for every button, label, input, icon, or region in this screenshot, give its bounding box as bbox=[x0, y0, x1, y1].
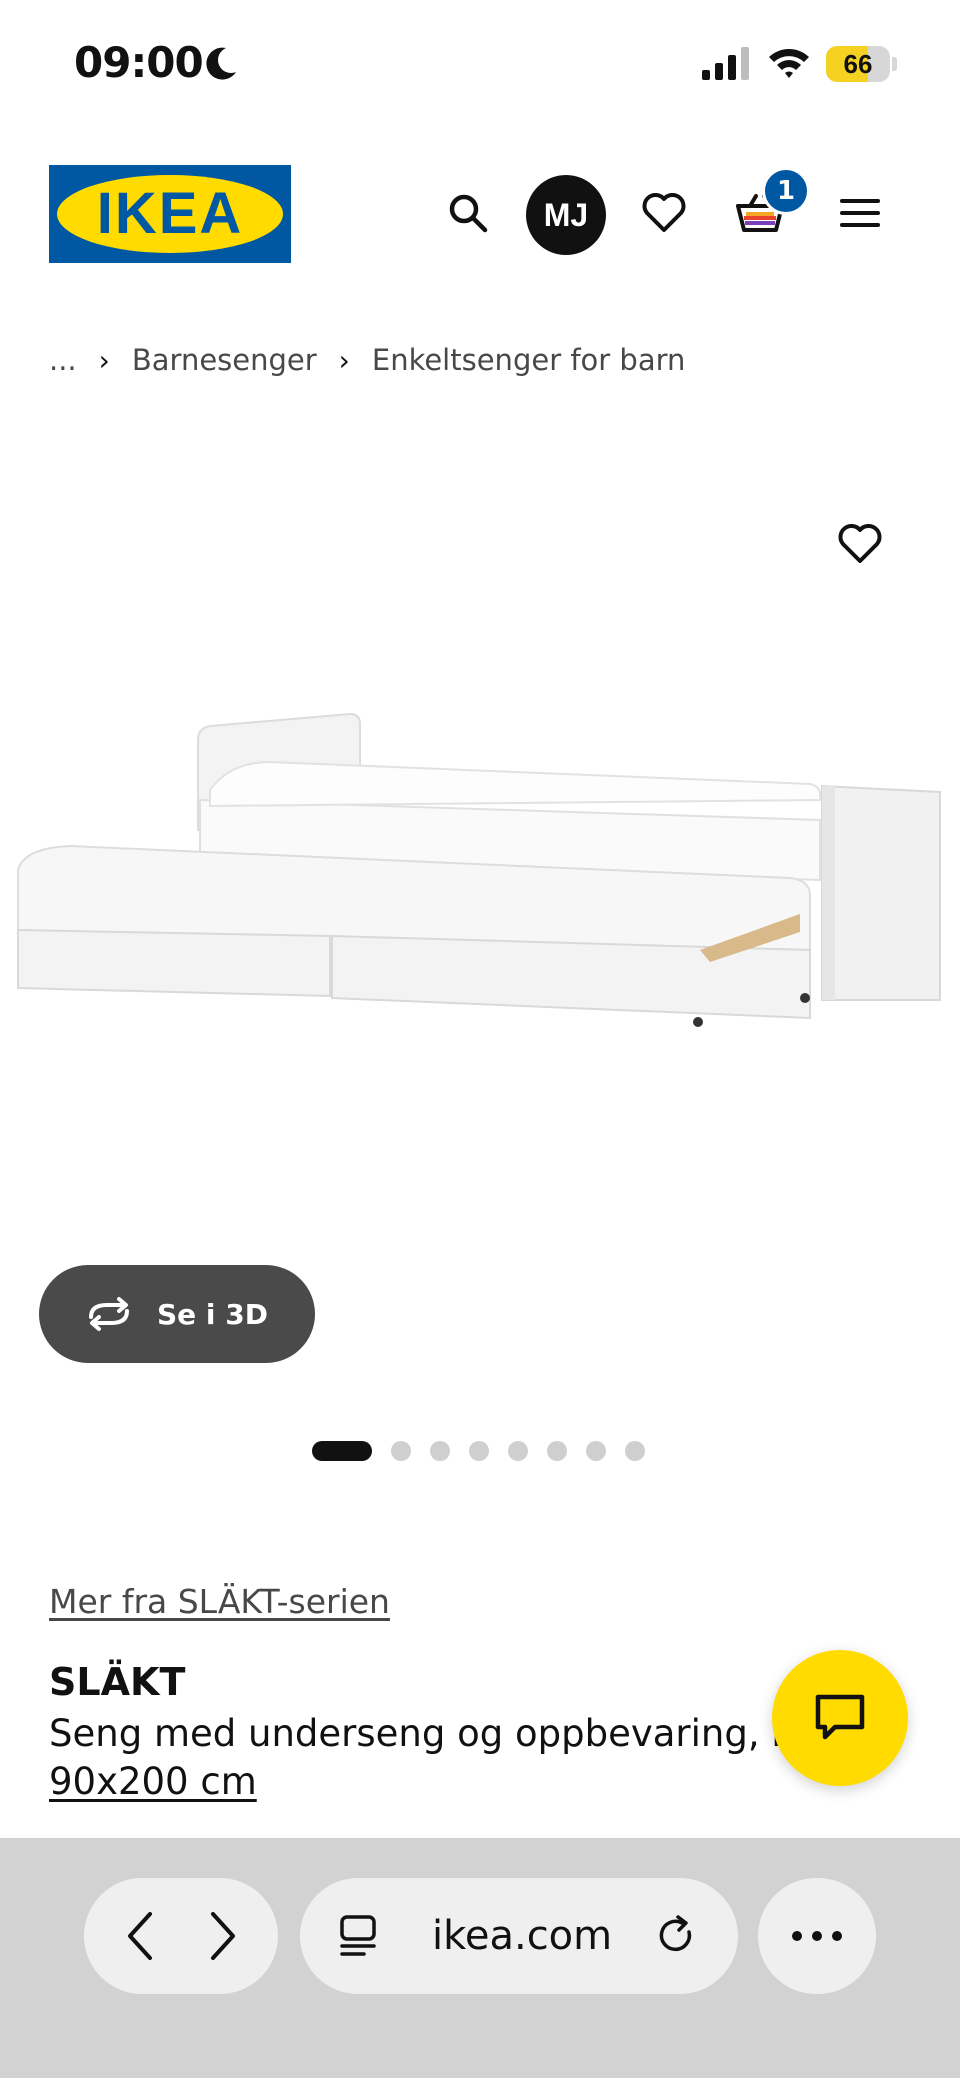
menu-icon bbox=[840, 199, 880, 227]
search-icon bbox=[449, 194, 488, 233]
heart-icon bbox=[642, 193, 686, 232]
view-in-3d-label: Se i 3D bbox=[157, 1297, 268, 1331]
product-image-bed[interactable] bbox=[10, 700, 950, 1120]
cellular-signal-icon bbox=[702, 47, 749, 80]
carousel-dot[interactable] bbox=[547, 1441, 567, 1461]
breadcrumb: ... › Barnesenger › Enkeltsenger for bar… bbox=[49, 340, 685, 380]
wifi-icon bbox=[769, 49, 809, 78]
view-in-3d-button[interactable]: Se i 3D bbox=[39, 1265, 315, 1363]
address-bar[interactable]: ikea.com bbox=[300, 1878, 738, 1994]
breadcrumb-item-more[interactable]: ... bbox=[49, 343, 77, 377]
menu-button[interactable] bbox=[830, 183, 890, 243]
back-button[interactable] bbox=[120, 1908, 164, 1964]
chevron-right-icon: › bbox=[338, 343, 350, 377]
browser-toolbar: ikea.com bbox=[0, 1838, 960, 2078]
series-link[interactable]: Mer fra SLÄKT-serien bbox=[49, 1582, 390, 1621]
more-options-button[interactable] bbox=[758, 1878, 876, 1994]
carousel-dot[interactable] bbox=[625, 1441, 645, 1461]
site-header: IKEA MJ 1 bbox=[0, 160, 960, 270]
chevron-right-icon: › bbox=[98, 343, 110, 377]
heart-icon bbox=[838, 524, 882, 563]
forward-button[interactable] bbox=[199, 1908, 243, 1964]
add-to-favourites-button[interactable] bbox=[830, 514, 890, 574]
moon-icon bbox=[206, 47, 236, 80]
product-name: SLÄKT bbox=[49, 1660, 186, 1704]
carousel-dot[interactable] bbox=[430, 1441, 450, 1461]
account-avatar[interactable]: MJ bbox=[526, 175, 606, 255]
battery-indicator: 66 bbox=[826, 46, 897, 82]
favourites-button[interactable] bbox=[634, 183, 694, 243]
product-description: Seng med underseng og oppbevaring, h bbox=[49, 1712, 795, 1755]
carousel-dot[interactable] bbox=[508, 1441, 528, 1461]
browser-nav-group bbox=[84, 1878, 278, 1994]
chat-bubble-icon bbox=[815, 1694, 865, 1740]
status-time: 09:00 bbox=[74, 38, 204, 87]
chat-button[interactable] bbox=[772, 1650, 908, 1786]
ellipsis-icon bbox=[792, 1931, 842, 1941]
search-button[interactable] bbox=[438, 183, 498, 243]
image-carousel-dots bbox=[312, 1440, 664, 1462]
product-media: Se i 3D bbox=[0, 430, 960, 1363]
status-bar: 09:00 66 bbox=[0, 0, 960, 120]
rotate-3d-icon bbox=[89, 1297, 129, 1331]
page-menu-icon[interactable] bbox=[338, 1914, 378, 1958]
carousel-dot-active[interactable] bbox=[312, 1441, 372, 1461]
breadcrumb-item-barnesenger[interactable]: Barnesenger bbox=[132, 343, 317, 377]
logo-text: IKEA bbox=[96, 181, 244, 246]
cart-count-badge: 1 bbox=[762, 167, 810, 215]
url-text: ikea.com bbox=[432, 1913, 613, 1959]
product-size-link[interactable]: 90x200 cm bbox=[49, 1760, 257, 1803]
carousel-dot[interactable] bbox=[469, 1441, 489, 1461]
breadcrumb-item-enkeltsenger[interactable]: Enkeltsenger for barn bbox=[372, 343, 686, 377]
carousel-dot[interactable] bbox=[586, 1441, 606, 1461]
reload-icon[interactable] bbox=[656, 1914, 698, 1958]
ikea-logo[interactable]: IKEA bbox=[49, 165, 291, 263]
battery-level: 66 bbox=[843, 49, 873, 79]
carousel-dot[interactable] bbox=[391, 1441, 411, 1461]
